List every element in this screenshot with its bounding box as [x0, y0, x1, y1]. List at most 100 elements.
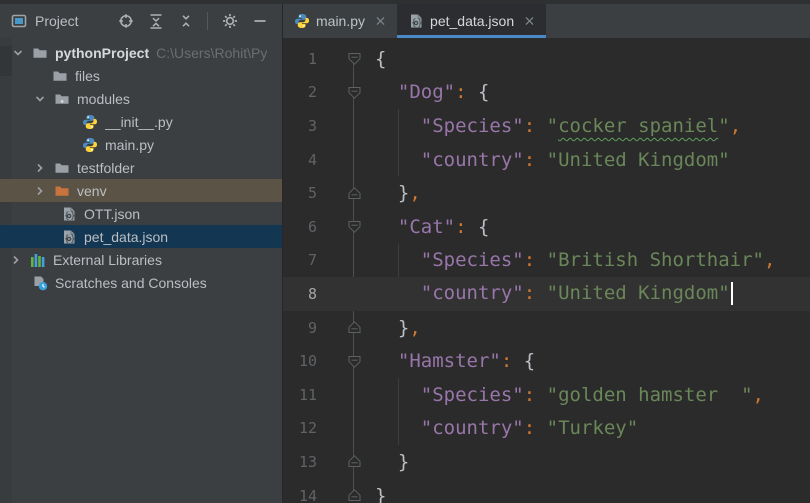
tree-item-files[interactable]: files	[0, 64, 282, 87]
code-text: "Cat": {	[375, 215, 490, 238]
code-text: "country": "Turkey"	[375, 417, 638, 439]
fold-marker-end-icon[interactable]	[317, 488, 375, 503]
code-text: },	[375, 182, 421, 204]
token-brace: {	[478, 215, 490, 238]
token-punct: :	[523, 383, 536, 406]
editor-line-4[interactable]: 4 "country": "United Kingdom"	[283, 143, 810, 177]
code-text: "Hamster": {	[375, 350, 535, 372]
tree-item-label: main.py	[105, 136, 155, 153]
token-str: "	[546, 114, 559, 137]
editor-line-9[interactable]: 9 },	[283, 311, 810, 345]
token-brace: }	[397, 450, 410, 473]
editor-line-5[interactable]: 5 },	[283, 176, 810, 210]
editor-line-2[interactable]: 2 "Dog": {	[283, 76, 810, 110]
editor-line-7[interactable]: 7 "Species": "British Shorthair",	[283, 244, 810, 278]
token-brace: {	[375, 47, 387, 70]
project-tree: pythonProject C:\Users\Rohit\Py files modul…	[0, 38, 282, 294]
line-number: 8	[307, 284, 317, 303]
project-tool-window: Project pythonProject C:\Users\Rohit\Py fi…	[0, 4, 283, 503]
editor-line-8[interactable]: 8 "country": "United Kingdom"	[283, 277, 810, 311]
token-punct: ,	[752, 383, 764, 406]
token-key: "country"	[420, 148, 524, 171]
fold-marker-start-icon[interactable]	[317, 51, 375, 66]
chevron-down-icon[interactable]	[32, 91, 48, 107]
expand-all-icon[interactable]	[147, 13, 164, 30]
tree-item-modules[interactable]: modules	[0, 87, 282, 110]
editor-line-12[interactable]: 12 "country": "Turkey"	[283, 412, 810, 446]
token-punct: :	[455, 81, 467, 104]
folder-excluded-icon	[53, 183, 70, 199]
ide-window: Project pythonProject C:\Users\Rohit\Py fi…	[0, 0, 810, 503]
toolbar-separator	[207, 12, 208, 30]
project-panel-title: Project	[35, 13, 79, 29]
settings-icon[interactable]	[221, 13, 238, 30]
locate-icon[interactable]	[117, 13, 134, 30]
tree-item-scratches-and-consoles[interactable]: Scratches and Consoles	[0, 271, 282, 294]
line-number: 1	[307, 49, 317, 68]
token-brace: }	[375, 484, 387, 503]
collapse-all-icon[interactable]	[177, 13, 194, 30]
line-number: 10	[298, 352, 317, 371]
editor-line-1[interactable]: 1{	[283, 42, 810, 76]
fold-marker-end-icon[interactable]	[317, 186, 375, 201]
tree-item-ott-json[interactable]: {} OTT.json	[0, 202, 282, 225]
tree-item-main-py[interactable]: main.py	[0, 133, 282, 156]
chevron-right-icon[interactable]	[8, 252, 24, 268]
code-text: "Species": "cocker spaniel",	[375, 115, 741, 137]
editor-line-13[interactable]: 13 }	[283, 445, 810, 479]
tree-item-label: venv	[77, 182, 107, 199]
tab-label: pet_data.json	[430, 13, 515, 29]
editor-line-6[interactable]: 6 "Cat": {	[283, 210, 810, 244]
chevron-right-icon[interactable]	[32, 160, 48, 176]
tree-item-pythonproject[interactable]: pythonProject C:\Users\Rohit\Py	[0, 41, 282, 64]
editor-line-14[interactable]: 14}	[283, 479, 810, 503]
tree-item-label: OTT.json	[84, 205, 141, 222]
token-punct: ,	[729, 114, 742, 137]
chevron-right-icon[interactable]	[32, 183, 48, 199]
tab-pet-data-json[interactable]: {} pet_data.json	[397, 4, 547, 38]
tree-item-testfolder[interactable]: testfolder	[0, 156, 282, 179]
token-str: "Turkey"	[546, 417, 639, 440]
tree-item-venv[interactable]: venv	[0, 179, 282, 202]
close-tab-icon[interactable]	[522, 14, 537, 29]
line-number: 2	[307, 83, 317, 102]
fold-marker-start-icon[interactable]	[317, 219, 375, 234]
close-tab-icon[interactable]	[373, 14, 388, 29]
editor-line-11[interactable]: 11 "Species": "golden hamster ",	[283, 378, 810, 412]
editor[interactable]: 1{2 "Dog": {3 "Species": "cocker spaniel…	[283, 38, 810, 503]
code-text: "Dog": {	[375, 81, 490, 104]
fold-marker-end-icon[interactable]	[317, 454, 375, 469]
token-punct: :	[523, 282, 536, 305]
token-str: "	[718, 114, 730, 137]
tab-main-py[interactable]: main.py	[283, 4, 397, 38]
fold-marker-start-icon[interactable]	[317, 354, 375, 369]
token-str: "golden hamster "	[546, 383, 753, 406]
code-text: }	[375, 451, 409, 473]
editor-pane: main.py{} pet_data.json 1{2 "Dog": {3 "Sp…	[283, 4, 810, 503]
token-key: "Hamster"	[397, 350, 501, 373]
editor-line-10[interactable]: 10 "Hamster": {	[283, 344, 810, 378]
code-text: },	[375, 317, 421, 339]
chevron-down-icon[interactable]	[10, 45, 26, 61]
tree-item-pet-data-json[interactable]: {} pet_data.json	[0, 225, 282, 248]
editor-line-3[interactable]: 3 "Species": "cocker spaniel",	[283, 109, 810, 143]
fold-marker-start-icon[interactable]	[317, 85, 375, 100]
token-str: "British Shorthair"	[546, 249, 764, 272]
project-path: C:\Users\Rohit\Py	[156, 44, 268, 61]
line-number: 3	[307, 116, 317, 135]
hide-icon[interactable]	[251, 13, 268, 30]
line-number: 14	[298, 486, 317, 503]
tree-item-external-libraries[interactable]: External Libraries	[0, 248, 282, 271]
tree-item-init-py[interactable]: __init__.py	[0, 110, 282, 133]
fold-marker-end-icon[interactable]	[317, 320, 375, 335]
text-caret	[730, 282, 733, 306]
